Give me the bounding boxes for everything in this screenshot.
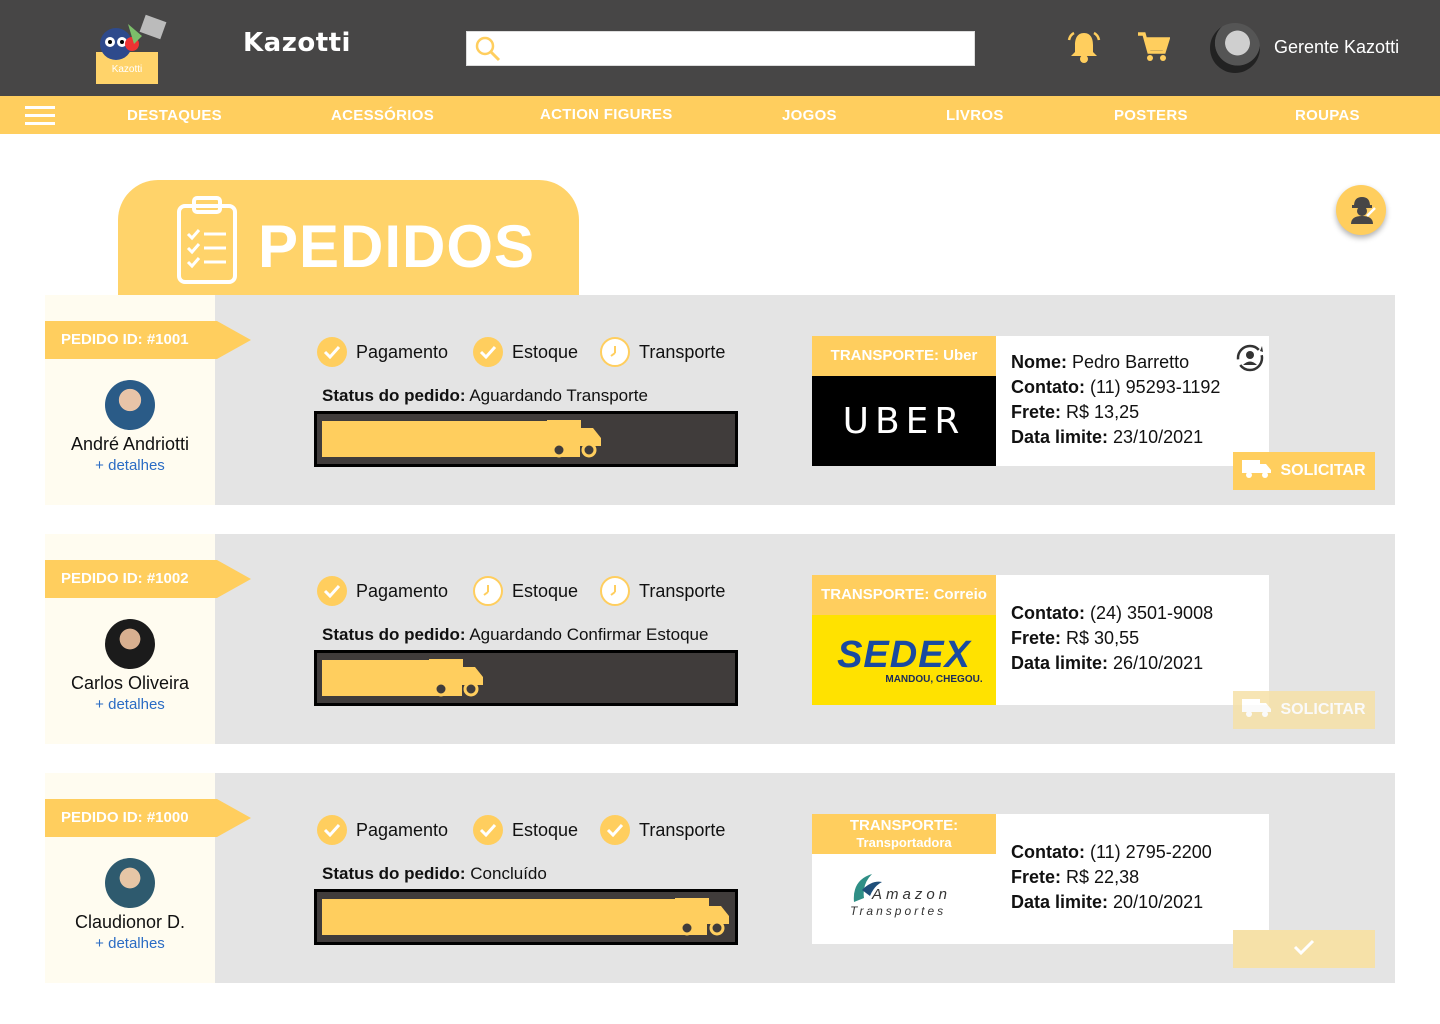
truck-icon (675, 898, 731, 943)
customer-avatar (105, 380, 155, 430)
sedex-logo: SEDEX MANDOU, CHEGOU. (812, 615, 996, 705)
step-transporte: Transporte (600, 576, 725, 606)
check-icon (317, 815, 347, 845)
step-estoque: Estoque (473, 815, 578, 845)
page-title: PEDIDOS (258, 213, 536, 280)
order-progress-bar (314, 889, 738, 945)
details-link[interactable]: + detalhes (45, 935, 215, 952)
customer-avatar (105, 619, 155, 669)
check-icon (317, 337, 347, 367)
order-progress-bar (314, 411, 738, 467)
details-link[interactable]: + detalhes (45, 696, 215, 713)
truck-icon (547, 420, 603, 465)
carrier-header: TRANSPORTE: Uber (812, 336, 996, 376)
truck-icon (429, 659, 485, 704)
search-bar[interactable] (466, 31, 975, 66)
user-avatar[interactable] (1210, 23, 1260, 73)
check-icon (473, 815, 503, 845)
search-input[interactable] (505, 36, 965, 62)
customer-name: André Andriotti (70, 434, 190, 454)
carrier-info: Contato: (24) 3501-9008 Frete: R$ 30,55 … (996, 575, 1269, 705)
truck-icon (1242, 698, 1272, 723)
clock-icon (600, 576, 630, 606)
uber-logo: UBER (812, 376, 996, 466)
order-id-tag: PEDIDO ID: #1002 (45, 560, 251, 598)
order-card: Claudionor D. + detalhes PEDIDO ID: #100… (45, 773, 1395, 983)
nav-item-action-figures[interactable]: ACTION FIGURES (540, 106, 673, 123)
step-transporte: Transporte (600, 337, 725, 367)
step-transporte: Transporte (600, 815, 725, 845)
order-status: Status do pedido: Concluído (322, 864, 547, 883)
order-card: André Andriotti + detalhes PEDIDO ID: #1… (45, 295, 1395, 505)
nav-item-jogos[interactable]: JOGOS (782, 107, 837, 124)
step-pagamento: Pagamento (317, 337, 448, 367)
order-progress-bar (314, 650, 738, 706)
solicitar-button[interactable]: SOLICITAR (1233, 691, 1375, 729)
nav-item-destaques[interactable]: DESTAQUES (127, 107, 222, 124)
order-card: Carlos Oliveira + detalhes PEDIDO ID: #1… (45, 534, 1395, 744)
step-pagamento: Pagamento (317, 815, 448, 845)
category-nav: DESTAQUES ACESSÓRIOS ACTION FIGURES JOGO… (0, 96, 1440, 134)
nav-item-acessorios[interactable]: ACESSÓRIOS (331, 107, 434, 124)
brand-name[interactable]: Kazotti (243, 28, 351, 58)
check-icon (473, 337, 503, 367)
nav-item-posters[interactable]: POSTERS (1114, 107, 1188, 124)
order-id: PEDIDO ID: #1000 (61, 809, 189, 826)
customer-name: Claudionor D. (74, 912, 186, 932)
nav-item-roupas[interactable]: ROUPAS (1295, 107, 1360, 124)
order-id-tag: PEDIDO ID: #1000 (45, 799, 251, 837)
clock-icon (473, 576, 503, 606)
bell-icon[interactable] (1066, 30, 1102, 69)
step-pagamento: Pagamento (317, 576, 448, 606)
carrier-info: Nome: Pedro Barretto Contato: (11) 95293… (996, 336, 1269, 466)
carrier-header: TRANSPORTE: Correio (812, 575, 996, 615)
logo-label: Kazotti (112, 64, 143, 75)
order-id-tag: PEDIDO ID: #1001 (45, 321, 251, 359)
top-bar: Kazotti Kazotti Gerente Kazotti (0, 0, 1440, 96)
step-estoque: Estoque (473, 337, 578, 367)
user-name[interactable]: Gerente Kazotti (1274, 37, 1399, 58)
manager-tools-button[interactable] (1336, 185, 1386, 235)
check-icon (600, 815, 630, 845)
menu-icon[interactable] (25, 106, 55, 126)
solicitar-button[interactable]: SOLICITAR (1233, 452, 1375, 490)
amazon-transportes-logo: Amazon Transportes (812, 854, 996, 944)
worker-icon (1351, 197, 1376, 224)
carrier-header: TRANSPORTE: Transportadora (812, 814, 996, 854)
search-icon (475, 36, 501, 67)
truck-icon (1242, 459, 1272, 484)
clipboard-icon (176, 196, 238, 291)
order-status: Status do pedido: Aguardando Confirmar E… (322, 625, 709, 644)
nav-item-livros[interactable]: LIVROS (946, 107, 1004, 124)
carrier-info: Contato: (11) 2795-2200 Frete: R$ 22,38 … (996, 814, 1269, 944)
step-estoque: Estoque (473, 576, 578, 606)
check-icon (1292, 938, 1316, 961)
order-status: Status do pedido: Aguardando Transporte (322, 386, 648, 405)
check-icon (317, 576, 347, 606)
swap-driver-icon[interactable] (1235, 343, 1265, 378)
order-id: PEDIDO ID: #1002 (61, 570, 189, 587)
customer-name: Carlos Oliveira (70, 673, 190, 693)
customer-avatar (105, 858, 155, 908)
completed-button (1233, 930, 1375, 968)
clock-icon (600, 337, 630, 367)
kazotti-logo[interactable]: Kazotti (94, 14, 174, 86)
cart-icon[interactable] (1136, 30, 1171, 69)
progress-fill (322, 899, 707, 935)
progress-fill (322, 421, 580, 457)
details-link[interactable]: + detalhes (45, 457, 215, 474)
order-id: PEDIDO ID: #1001 (61, 331, 189, 348)
